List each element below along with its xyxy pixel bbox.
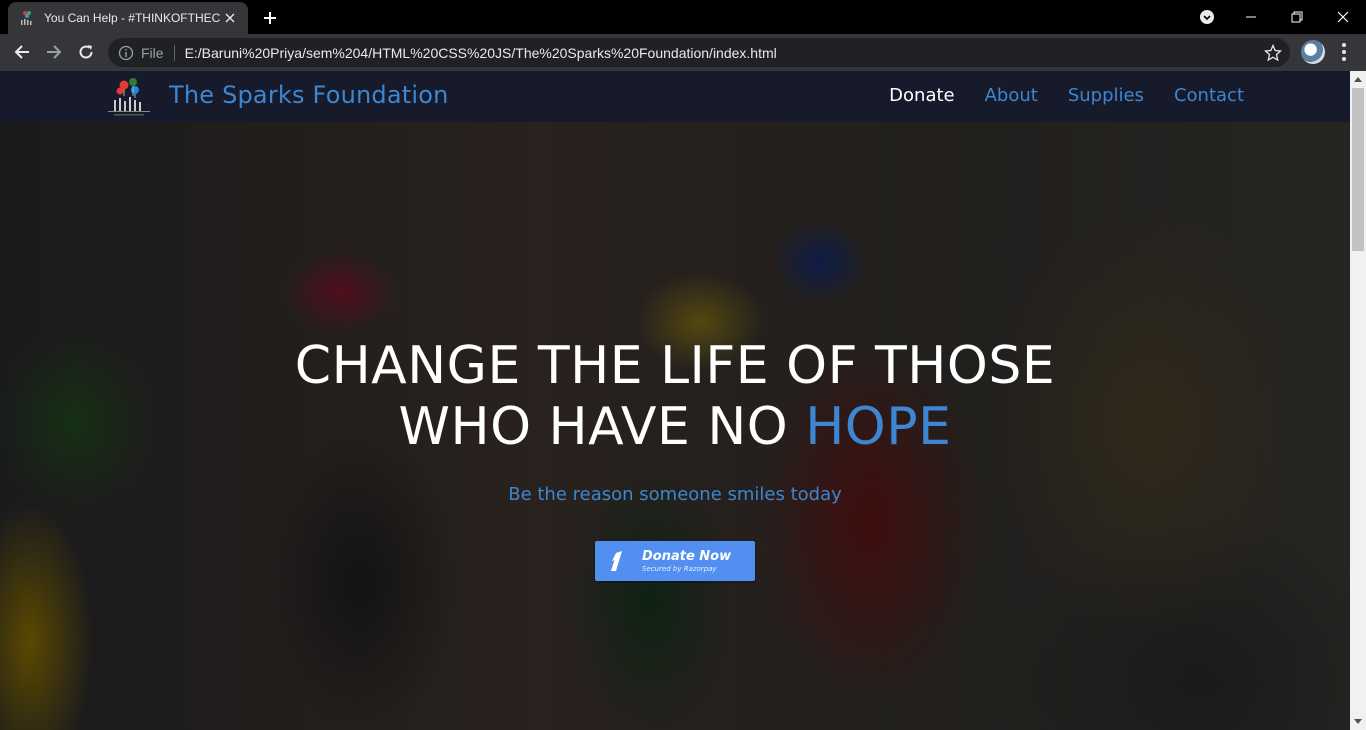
scrollbar-thumb[interactable] <box>1352 88 1364 251</box>
sparks-logo-icon[interactable] <box>104 76 154 118</box>
url-separator <box>173 44 175 61</box>
nav-link-contact[interactable]: Contact <box>1174 85 1244 106</box>
plus-icon[interactable] <box>258 6 282 30</box>
headline-highlight: HOPE <box>805 397 952 457</box>
info-icon[interactable] <box>118 45 134 61</box>
nav-link-about[interactable]: About <box>985 85 1038 106</box>
headline-line-2: WHO HAVE NO <box>398 397 806 457</box>
browser-toolbar: File E:/Baruni%20Priya/sem%204/HTML%20CS… <box>0 34 1366 71</box>
donate-now-button[interactable]: Donate Now Secured by Razorpay <box>595 541 755 581</box>
menu-dots-icon[interactable] <box>1334 42 1354 62</box>
reload-icon[interactable] <box>72 38 100 66</box>
browser-tab[interactable]: You Can Help - #THINKOFTHECH <box>8 2 248 34</box>
forward-arrow-icon[interactable] <box>40 38 68 66</box>
nav-link-supplies[interactable]: Supplies <box>1068 85 1144 106</box>
minimize-icon[interactable] <box>1228 0 1274 34</box>
headline-line-1: CHANGE THE LIFE OF THOSE <box>294 336 1056 396</box>
tab-close-icon[interactable] <box>222 10 238 26</box>
tab-search-icon[interactable] <box>1184 0 1230 34</box>
profile-avatar[interactable] <box>1301 40 1325 64</box>
hero-section: CHANGE THE LIFE OF THOSE WHO HAVE NO HOP… <box>0 122 1350 730</box>
nav-links: Donate About Supplies Contact <box>889 85 1244 106</box>
donate-button-label: Donate Now <box>642 549 732 564</box>
nav-link-donate[interactable]: Donate <box>889 85 954 106</box>
restore-icon[interactable] <box>1274 0 1320 34</box>
back-arrow-icon[interactable] <box>8 38 36 66</box>
sparks-logo-icon <box>21 11 32 25</box>
url-scheme: File <box>141 44 164 61</box>
hero-headline: CHANGE THE LIFE OF THOSE WHO HAVE NO HOP… <box>0 336 1350 458</box>
url-text[interactable]: E:/Baruni%20Priya/sem%204/HTML%20CSS%20J… <box>185 45 777 61</box>
hero-subtitle: Be the reason someone smiles today <box>508 484 842 505</box>
tab-strip: You Can Help - #THINKOFTHECH <box>0 0 1366 34</box>
bookmark-star-icon[interactable] <box>1264 44 1282 62</box>
tab-title: You Can Help - #THINKOFTHECH <box>44 11 220 25</box>
site-navbar: The Sparks Foundation Donate About Suppl… <box>0 71 1350 122</box>
page-viewport: The Sparks Foundation Donate About Suppl… <box>0 71 1366 730</box>
close-icon[interactable] <box>1320 0 1366 34</box>
donate-button-sublabel: Secured by Razorpay <box>642 565 717 573</box>
brand-name[interactable]: The Sparks Foundation <box>169 81 449 109</box>
page-scrollbar[interactable] <box>1350 71 1366 730</box>
scroll-up-icon[interactable] <box>1350 71 1366 87</box>
razorpay-icon <box>611 551 622 571</box>
scroll-down-icon[interactable] <box>1350 714 1366 730</box>
address-bar[interactable]: File E:/Baruni%20Priya/sem%204/HTML%20CS… <box>108 38 1290 67</box>
